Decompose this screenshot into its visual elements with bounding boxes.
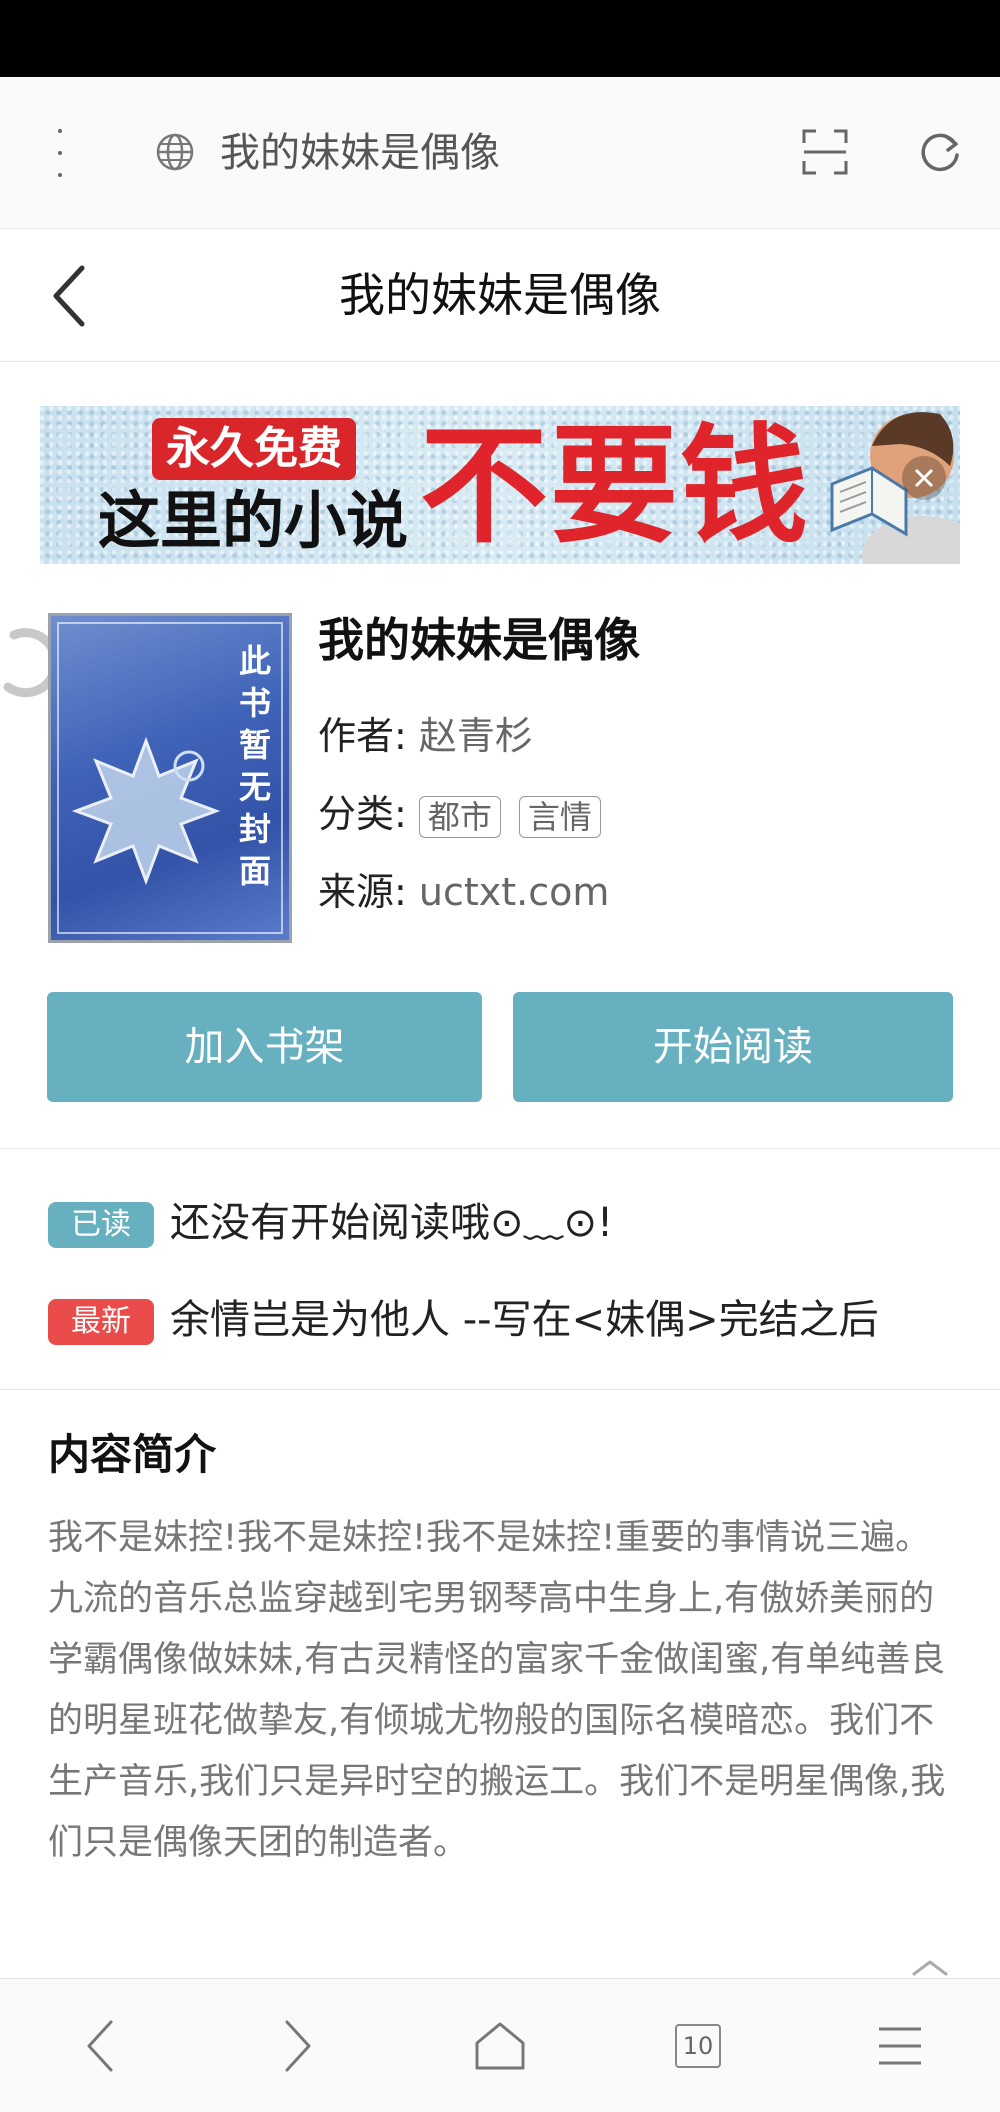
- home-icon: [475, 2022, 525, 2069]
- cover-placeholder-text: 此书暂无封面: [238, 642, 271, 890]
- back-icon: [87, 2020, 113, 2071]
- nav-back-button[interactable]: [40, 1979, 160, 2112]
- status-bar: [0, 0, 1000, 77]
- tab-count: 10: [682, 2031, 714, 2060]
- latest-badge: 最新: [48, 1299, 154, 1345]
- nav-tabs-button[interactable]: 10: [638, 1979, 758, 2112]
- latest-chapter-row[interactable]: 最新 余情岂是为他人 --写在<妹偶>完结之后: [48, 1290, 879, 1350]
- category-row: 分类: 都市 言情: [318, 784, 619, 844]
- category-label: 分类:: [318, 792, 407, 836]
- reload-icon[interactable]: [915, 127, 965, 177]
- page-title: 我的妹妹是偶像: [339, 268, 661, 322]
- intro-title: 内容简介: [48, 1430, 217, 1479]
- nav-menu-button[interactable]: [840, 1979, 960, 2112]
- menu-icon: [879, 2027, 921, 2064]
- category-tag[interactable]: 言情: [518, 795, 601, 838]
- latest-chapter-text: 余情岂是为他人 --写在<妹偶>完结之后: [170, 1297, 879, 1343]
- ad-banner[interactable]: 永久免费 这里的小说 不要钱: [40, 406, 960, 564]
- nav-home-button[interactable]: [440, 1979, 560, 2112]
- ad-headline: 不要钱: [420, 411, 811, 561]
- divider: [0, 1148, 1000, 1149]
- scan-icon[interactable]: [800, 127, 850, 177]
- source-value[interactable]: uctxt.com: [419, 870, 610, 914]
- author-name[interactable]: 赵青杉: [419, 714, 533, 758]
- ad-close-button[interactable]: [902, 456, 946, 500]
- add-to-shelf-button[interactable]: 加入书架: [47, 992, 482, 1102]
- author-label: 作者:: [318, 714, 407, 758]
- browser-address-bar: 我的妹妹是偶像: [0, 77, 1000, 229]
- globe-icon: [156, 133, 194, 171]
- read-progress-text: 还没有开始阅读哦⊙﹏⊙!: [170, 1200, 614, 1246]
- read-progress-row[interactable]: 已读 还没有开始阅读哦⊙﹏⊙!: [48, 1193, 613, 1253]
- cover-burst-icon: [71, 736, 221, 886]
- url-title[interactable]: 我的妹妹是偶像: [220, 125, 500, 181]
- start-reading-button[interactable]: 开始阅读: [513, 992, 953, 1102]
- book-title: 我的妹妹是偶像: [318, 613, 640, 667]
- intro-text: 我不是妹控!我不是妹控!我不是妹控!重要的事情说三遍。九流的音乐总监穿越到宅男钢…: [48, 1518, 946, 1863]
- book-cover[interactable]: 此书暂无封面: [48, 613, 292, 943]
- read-badge: 已读: [48, 1202, 154, 1248]
- scroll-up-icon[interactable]: [910, 1958, 950, 1978]
- category-tag[interactable]: 都市: [418, 795, 501, 838]
- close-icon: [914, 468, 934, 488]
- more-dots-icon[interactable]: [40, 129, 80, 177]
- bottom-navigation: 10: [0, 1978, 1000, 2112]
- forward-icon: [285, 2020, 311, 2071]
- nav-forward-button[interactable]: [238, 1979, 358, 2112]
- ad-subtitle: 这里的小说: [98, 484, 409, 557]
- divider: [0, 1389, 1000, 1390]
- author-row: 作者: 赵青杉: [318, 706, 533, 766]
- ad-badge: 永久免费: [152, 418, 356, 480]
- source-row: 来源: uctxt.com: [318, 862, 609, 922]
- source-label: 来源:: [318, 870, 407, 914]
- tabs-icon: 10: [675, 2023, 721, 2068]
- page-header: 我的妹妹是偶像: [0, 229, 1000, 362]
